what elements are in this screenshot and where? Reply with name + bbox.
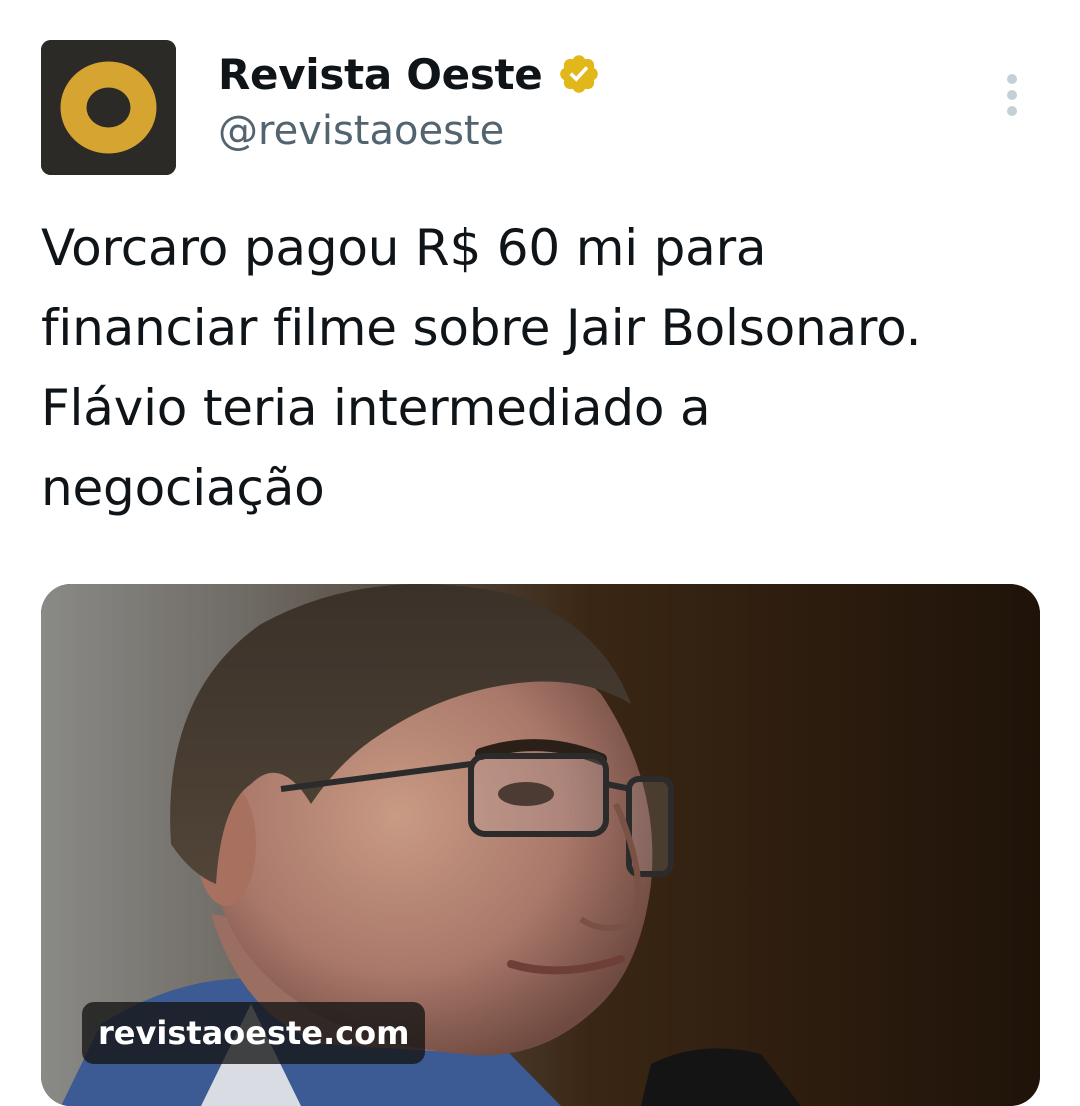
more-vertical-icon-dot (1007, 106, 1017, 116)
author-display-name[interactable]: Revista Oeste (218, 50, 543, 99)
more-vertical-icon (1007, 74, 1017, 84)
author-name-row[interactable]: Revista Oeste (218, 46, 601, 102)
tweet-text-line: Flávio teria intermediado a (41, 379, 711, 437)
tweet: Revista Oeste @revistaoeste Vorcaro pago… (0, 0, 1080, 1106)
verified-badge-icon[interactable] (557, 52, 601, 96)
tweet-text-line: Vorcaro pagou R$ 60 mi para (41, 219, 767, 277)
author-avatar[interactable] (41, 40, 176, 175)
link-card-image[interactable]: revistaoeste.com (41, 584, 1040, 1106)
tweet-text: Vorcaro pagou R$ 60 mi para financiar fi… (41, 208, 1051, 528)
link-domain-badge[interactable]: revistaoeste.com (82, 1002, 426, 1064)
author-handle[interactable]: @revistaoeste (218, 108, 504, 154)
revista-oeste-logo-icon (41, 40, 176, 175)
more-vertical-icon-dot (1007, 90, 1017, 100)
more-options-button[interactable] (990, 68, 1034, 122)
tweet-text-line: negociação (41, 459, 325, 517)
tweet-text-line: financiar filme sobre Jair Bolsonaro. (41, 299, 922, 357)
